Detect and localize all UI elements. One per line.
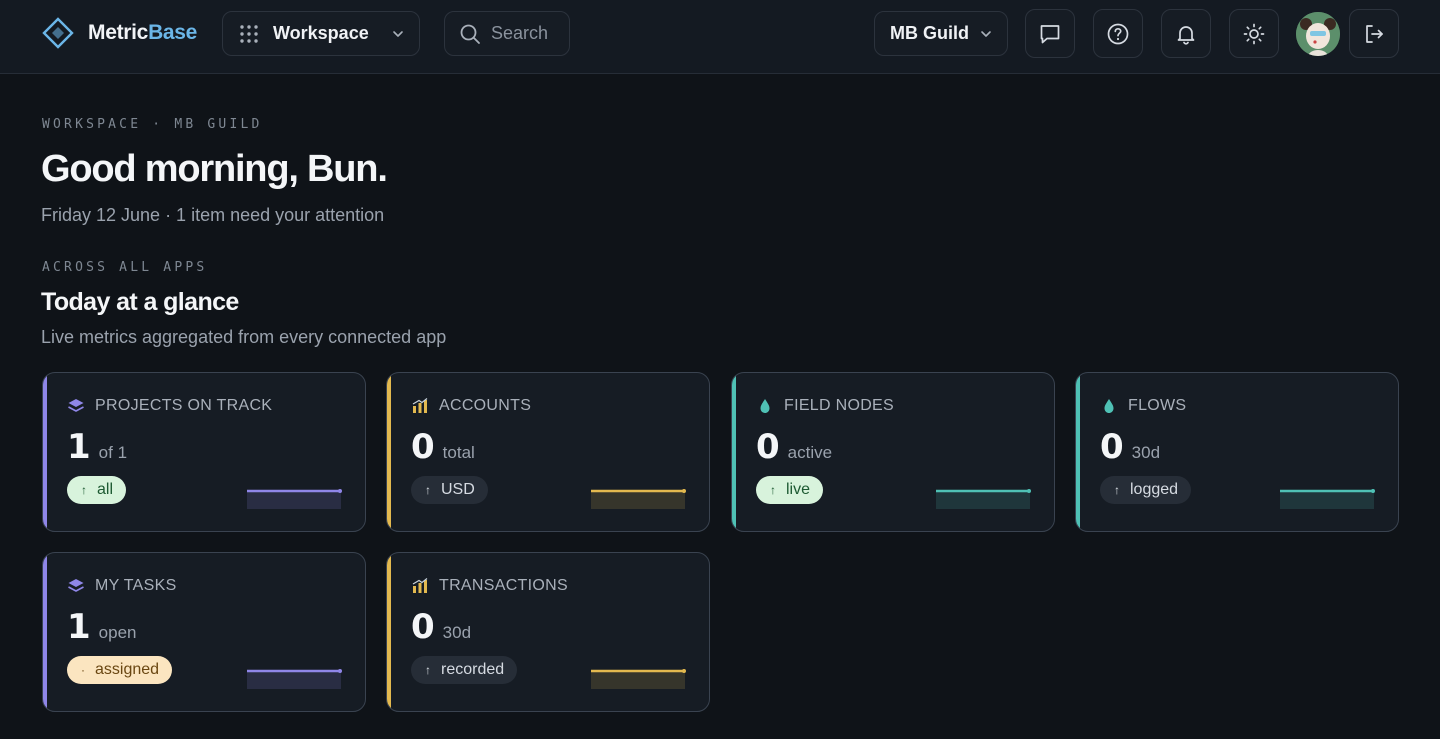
card-accent-bar [43,553,47,711]
guild-label: MB Guild [890,23,969,43]
search-icon [460,24,480,44]
help-icon [1107,23,1129,44]
grid-dots-icon [240,24,258,43]
workspace-label: Workspace [273,23,369,43]
help-button[interactable] [1093,9,1143,58]
card-title: PROJECTS ON TRACK [95,397,273,414]
card-title: ACCOUNTS [439,397,532,414]
card-tag-label: recorded [441,661,505,678]
metric-card-projects[interactable]: PROJECTS ON TRACK 1 of 1 ↑ all [42,372,366,532]
metric-card-my-tasks[interactable]: MY TASKS 1 open · assigned [42,552,366,712]
sparkline [591,489,686,509]
card-tag-label: USD [441,481,475,498]
guild-switcher[interactable]: MB Guild [874,11,1008,56]
card-tag: · assigned [67,656,173,684]
brand-name: MetricBase [88,21,197,45]
notifications-button[interactable] [1161,9,1211,58]
search-box[interactable]: Search [444,11,570,56]
arrow-up-icon: ↑ [81,483,87,497]
card-title: MY TASKS [95,577,177,594]
arrow-up-icon: ↑ [770,483,776,497]
card-unit: active [787,443,833,462]
card-tag-label: assigned [95,661,160,678]
card-unit: total [442,443,475,462]
user-avatar[interactable] [1296,12,1340,56]
card-tag: ↑ USD [411,476,488,504]
sparkline [936,489,1031,509]
card-title: TRANSACTIONS [439,577,568,594]
card-accent-bar [43,373,47,531]
card-tag-label: live [786,481,811,498]
diamond-logo-icon [42,17,74,49]
layers-icon [68,579,84,592]
section-title: Today at a glance [41,288,239,316]
logout-button[interactable] [1349,9,1399,58]
card-value: 0 [411,427,435,467]
bell-icon [1177,25,1195,45]
workspace-switcher[interactable]: Workspace [222,11,420,56]
brand-name-accent: Base [148,21,198,44]
bar-chart-icon [412,578,428,593]
card-title: FIELD NODES [784,397,894,414]
avatar-illustration-icon [1296,12,1340,56]
logout-icon [1366,24,1383,43]
chevron-down-icon [393,30,403,37]
messages-button[interactable] [1025,9,1075,58]
card-accent-bar [387,373,391,531]
card-unit: of 1 [98,443,128,462]
chevron-down-icon [981,30,991,37]
page-subtitle: Friday 12 June · 1 item need your attent… [41,205,385,225]
workspace-eyebrow: WORKSPACE · MB GUILD [42,117,263,132]
card-unit: open [98,623,137,642]
card-unit: 30d [442,623,472,642]
brand-name-part: Metric [88,21,149,44]
card-value: 1 [67,607,91,647]
page-title: Good morning, Bun. [41,148,388,190]
theme-toggle-button[interactable] [1229,9,1279,58]
dot-icon: · [81,663,85,677]
card-value: 0 [756,427,780,467]
arrow-up-icon: ↑ [425,663,431,677]
sparkline [1280,489,1375,509]
metric-card-flows[interactable]: FLOWS 0 30d ↑ logged [1075,372,1399,532]
card-title: FLOWS [1128,397,1187,414]
card-value: 0 [411,607,435,647]
bar-chart-icon [412,398,428,413]
sparkline [247,489,342,509]
card-tag: ↑ recorded [411,656,518,684]
top-bar: MetricBase Workspace Search MB Guild [0,0,1440,74]
metric-card-field-nodes[interactable]: FIELD NODES 0 active ↑ live [731,372,1055,532]
card-accent-bar [1076,373,1080,531]
chat-icon [1040,24,1060,43]
droplet-icon [1104,399,1114,413]
sparkline [591,669,686,689]
card-value: 1 [67,427,91,467]
card-accent-bar [387,553,391,711]
arrow-up-icon: ↑ [425,483,431,497]
droplet-icon [760,399,770,413]
brand-logo[interactable]: MetricBase [42,17,197,49]
card-tag: ↑ live [756,476,824,504]
section-eyebrow: ACROSS ALL APPS [42,260,208,275]
sun-icon [1243,23,1265,44]
card-value: 0 [1100,427,1124,467]
layers-icon [68,399,84,412]
metric-card-transactions[interactable]: TRANSACTIONS 0 30d ↑ recorded [386,552,710,712]
metric-card-accounts[interactable]: ACCOUNTS 0 total ↑ USD [386,372,710,532]
card-tag-label: all [97,481,114,498]
card-unit: 30d [1131,443,1161,462]
search-placeholder: Search [491,23,549,43]
section-subtitle: Live metrics aggregated from every conne… [41,327,447,347]
sparkline [247,669,342,689]
card-tag-label: logged [1130,481,1179,498]
card-accent-bar [732,373,736,531]
card-tag: ↑ logged [1100,476,1192,504]
arrow-up-icon: ↑ [1114,483,1120,497]
card-tag: ↑ all [67,476,127,504]
